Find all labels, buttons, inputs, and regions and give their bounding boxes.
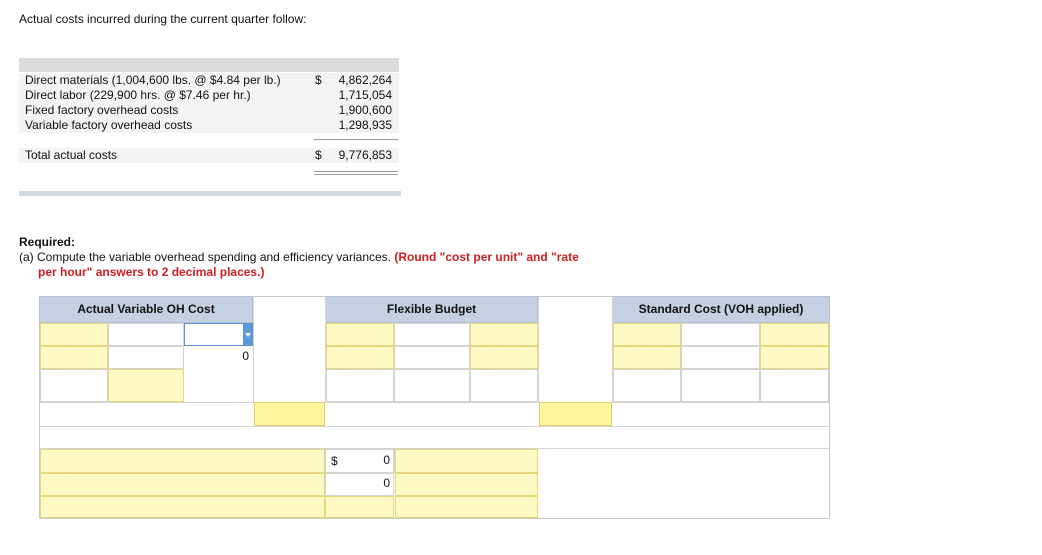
actual-total-value: 0 [184, 346, 253, 369]
std-input-1[interactable] [613, 323, 681, 346]
actual-blank-cell [40, 369, 108, 402]
required-part-a: (a) Compute the variable overhead spendi… [19, 250, 579, 264]
spending-variance-input[interactable] [254, 402, 325, 426]
summary-total-input[interactable] [325, 496, 394, 518]
actual-rate-dropdown[interactable] [184, 323, 253, 346]
subtotal-rule [314, 139, 398, 140]
cost-row-total: Total actual costs $ 9,776,853 [19, 148, 399, 163]
rounding-note-line2: per hour" answers to 2 decimal places.) [38, 265, 265, 279]
std-input-4[interactable] [760, 346, 829, 369]
total-double-rule-top [314, 171, 398, 172]
dollar-sign: $ [315, 148, 322, 162]
flex-blank-cell [394, 323, 470, 346]
header-actual-voh: Actual Variable OH Cost [39, 296, 253, 323]
intro-text: Actual costs incurred during the current… [19, 12, 307, 26]
cost-table-footer-bar [19, 191, 401, 196]
flex-blank-cell [470, 369, 538, 402]
cost-value: 1,900,600 [338, 103, 392, 117]
actual-operator-cell [108, 323, 184, 346]
flex-blank-cell [394, 369, 470, 402]
header-standard-cost: Standard Cost (VOH applied) [612, 296, 830, 323]
summary-value-2: 0 [383, 476, 390, 490]
gap-col-divider [253, 296, 254, 402]
flex-input-4[interactable] [470, 346, 538, 369]
efficiency-variance-input[interactable] [539, 402, 612, 426]
required-title: Required: [19, 235, 76, 249]
flex-blank-cell [394, 346, 470, 369]
total-label: Total actual costs [25, 148, 118, 162]
summary-label-input-3[interactable] [40, 496, 325, 518]
cost-value: 1,298,935 [338, 118, 392, 132]
flex-input-3[interactable] [326, 346, 394, 369]
actual-quantity-input[interactable] [40, 323, 108, 346]
rounding-note: (Round "cost per unit" and "rate [394, 250, 579, 264]
actual-input-2[interactable] [40, 346, 108, 369]
cost-row-direct-materials: Direct materials (1,004,600 lbs. @ $4.84… [19, 73, 399, 88]
summary-type-input-2[interactable] [395, 473, 538, 496]
std-input-3[interactable] [613, 346, 681, 369]
actual-blank-cell [108, 346, 184, 369]
part-a-text: (a) Compute the variable overhead spendi… [19, 250, 391, 264]
cost-value: 4,862,264 [338, 73, 392, 87]
header-flexible-budget: Flexible Budget [325, 296, 538, 323]
flex-blank-cell [326, 369, 394, 402]
gap-col-divider [538, 296, 539, 402]
flex-input-2[interactable] [470, 323, 538, 346]
std-input-2[interactable] [760, 323, 829, 346]
summary-type-input-1[interactable] [395, 449, 538, 473]
cost-row-variable-overhead: Variable factory overhead costs 1,298,93… [19, 118, 399, 133]
cost-label: Fixed factory overhead costs [25, 103, 179, 117]
dollar-sign: $ [315, 73, 322, 87]
cost-label: Variable factory overhead costs [25, 118, 193, 132]
flex-input-1[interactable] [326, 323, 394, 346]
cost-row-fixed-overhead: Fixed factory overhead costs 1,900,600 [19, 103, 399, 118]
summary-value-1: 0 [383, 453, 390, 467]
std-blank-cell [681, 369, 760, 402]
summary-label-input-2[interactable] [40, 473, 325, 496]
total-double-rule-bottom [314, 174, 398, 175]
std-blank-cell [613, 369, 681, 402]
std-blank-cell [681, 323, 760, 346]
total-value: 9,776,853 [338, 148, 392, 162]
cost-row-direct-labor: Direct labor (229,900 hrs. @ $7.46 per h… [19, 88, 399, 103]
cost-label: Direct materials (1,004,600 lbs. @ $4.84… [25, 73, 281, 87]
cost-value: 1,715,054 [338, 88, 392, 102]
row-divider [40, 402, 830, 403]
summary-label-input-1[interactable] [40, 449, 325, 473]
std-blank-cell [760, 369, 829, 402]
row-divider [40, 426, 830, 427]
std-blank-cell [681, 346, 760, 369]
cost-label: Direct labor (229,900 hrs. @ $7.46 per h… [25, 88, 251, 102]
chevron-down-icon[interactable] [243, 324, 252, 345]
summary-type-input-3[interactable] [395, 496, 538, 518]
cost-table-header-bar [19, 58, 399, 72]
actual-input-3[interactable] [108, 369, 184, 402]
